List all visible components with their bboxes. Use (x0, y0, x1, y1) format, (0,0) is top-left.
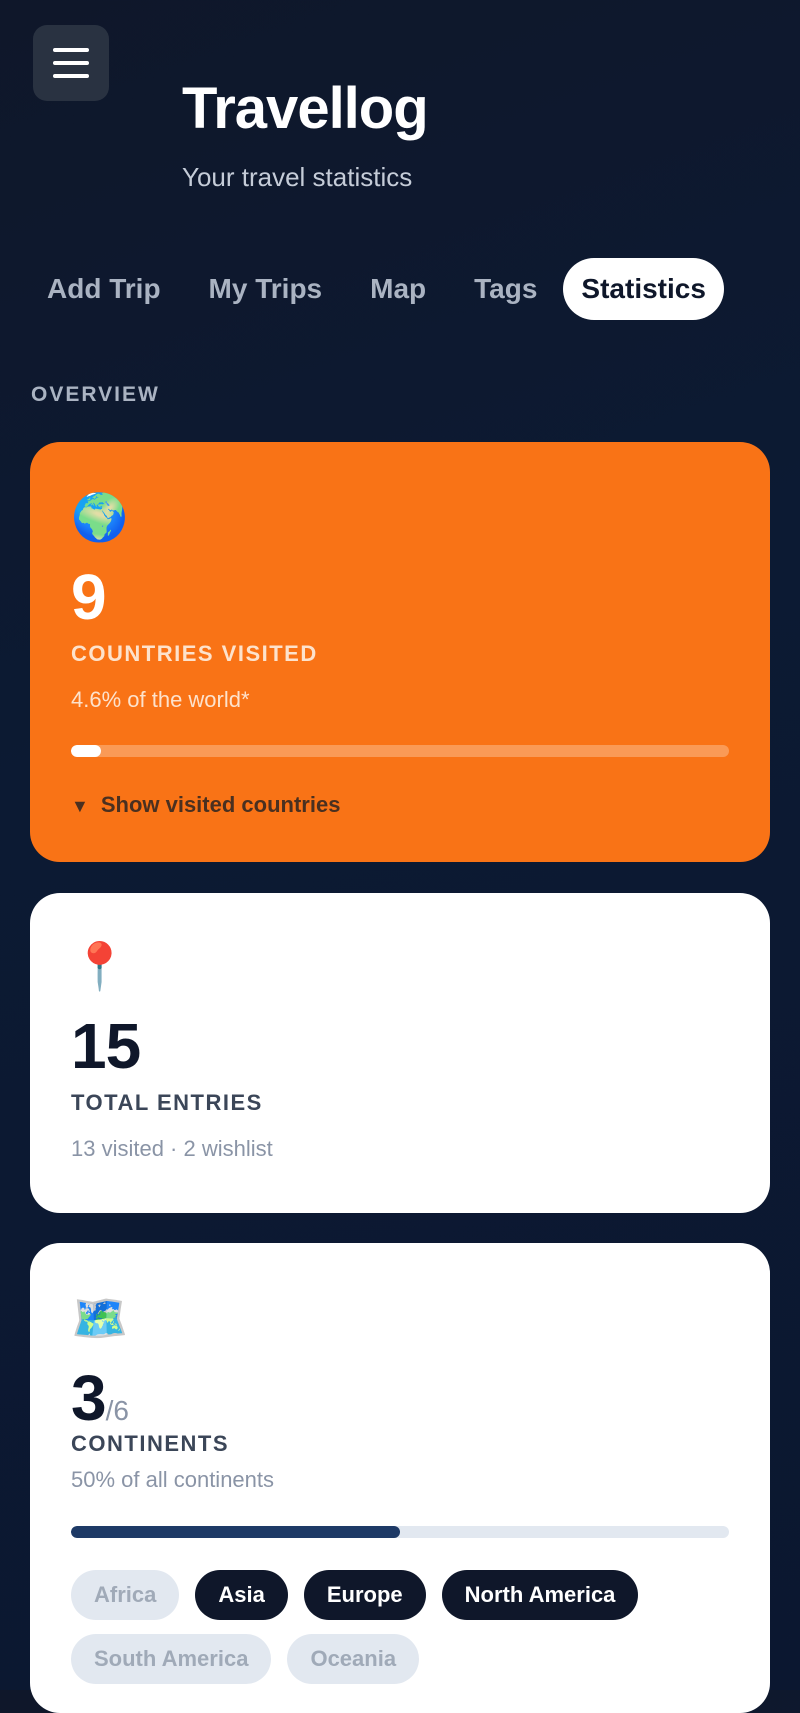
tab-my-trips[interactable]: My Trips (187, 258, 345, 320)
continents-progress-bar (71, 1526, 729, 1538)
caret-down-icon: ▼ (71, 796, 89, 816)
section-label-overview: OVERVIEW (31, 383, 160, 406)
tab-statistics[interactable]: Statistics (563, 258, 724, 320)
continents-total: /6 (105, 1395, 129, 1426)
continent-chip-oceania: Oceania (287, 1634, 420, 1684)
countries-visited-card: 🌍 9 COUNTRIES VISITED 4.6% of the world*… (30, 442, 770, 862)
continents-count: 3 (71, 1362, 107, 1434)
continent-chip-north-america: North America (441, 1570, 639, 1620)
continents-percent-text: 50% of all continents (71, 1467, 275, 1492)
continent-chip-asia: Asia (195, 1570, 288, 1620)
entries-count: 15 (71, 1010, 141, 1082)
continents-progress-fill (71, 1526, 400, 1538)
menu-button[interactable] (33, 25, 109, 101)
countries-progress-bar (71, 745, 729, 757)
continents-card: 🗺️ 3/6 CONTINENTS 50% of all continents … (30, 1243, 770, 1713)
hamburger-menu-icon (53, 48, 89, 78)
show-visited-countries-toggle[interactable]: ▼ Show visited countries (71, 792, 340, 818)
entries-label: TOTAL ENTRIES (71, 1090, 263, 1115)
total-entries-card: 📍 15 TOTAL ENTRIES 13 visited · 2 wishli… (30, 893, 770, 1213)
entries-breakdown: 13 visited · 2 wishlist (71, 1136, 273, 1161)
continent-chip-africa: Africa (71, 1570, 180, 1620)
app-title: Travellog (182, 76, 429, 141)
world-map-icon: 🗺️ (71, 1292, 129, 1344)
continent-chip-europe: Europe (303, 1570, 426, 1620)
tab-tags[interactable]: Tags (452, 258, 559, 320)
countries-count: 9 (71, 561, 107, 633)
countries-label: COUNTRIES VISITED (71, 641, 318, 666)
toggle-label: Show visited countries (100, 792, 341, 817)
app-subtitle: Your travel statistics (182, 162, 413, 192)
countries-progress-fill (71, 745, 102, 757)
nav-tabs: Add Trip My Trips Map Tags Statistics (25, 258, 728, 320)
globe-icon: 🌍 (71, 491, 129, 543)
countries-percent-text: 4.6% of the world* (71, 687, 250, 712)
continent-chip-south-america: South America (71, 1634, 272, 1684)
continents-label: CONTINENTS (71, 1431, 229, 1456)
continent-chips: Africa Asia Europe North America South A… (71, 1570, 731, 1684)
pin-icon: 📍 (71, 940, 129, 992)
tab-add-trip[interactable]: Add Trip (25, 258, 183, 320)
tab-map[interactable]: Map (348, 258, 448, 320)
